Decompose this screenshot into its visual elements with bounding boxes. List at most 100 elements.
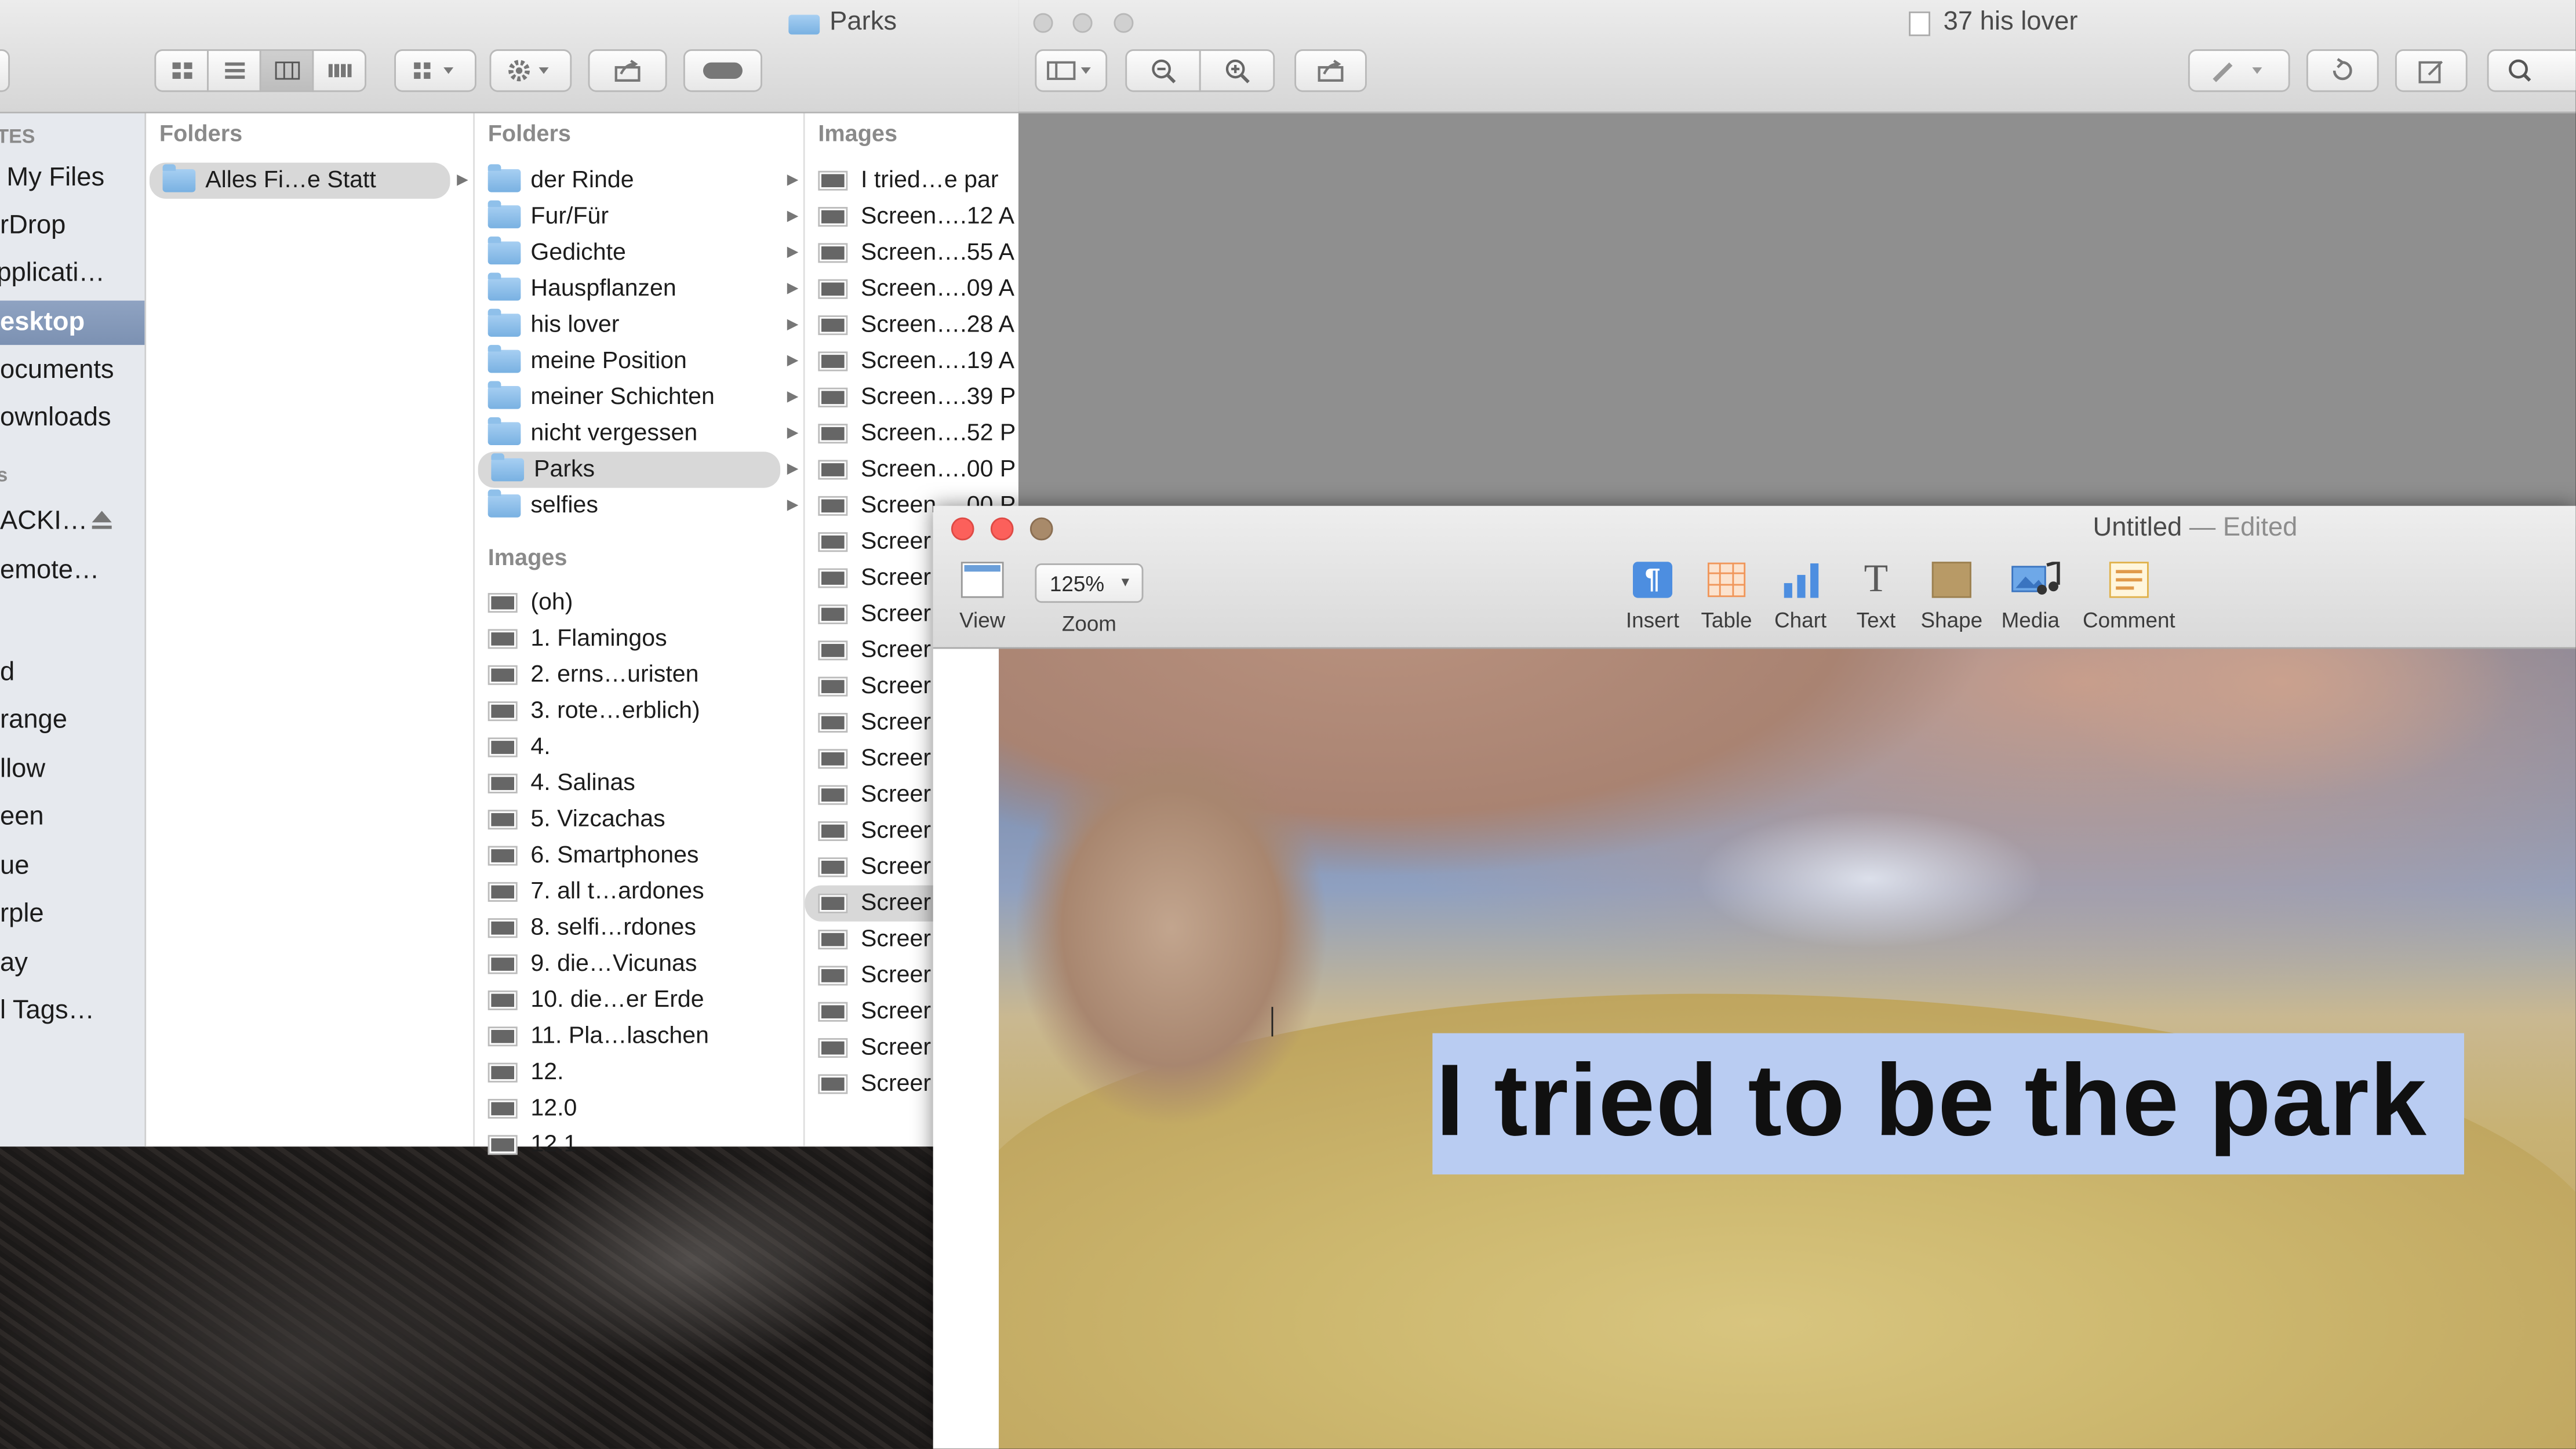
- list-item[interactable]: I tried…e par: [805, 163, 1018, 199]
- list-item[interactable]: nicht vergessen: [475, 416, 803, 452]
- list-item[interactable]: Screen….12 A: [805, 199, 1018, 235]
- sidebar-item-tag-purple[interactable]: rple: [0, 900, 44, 930]
- list-item[interactable]: 2. erns…uristen: [475, 657, 803, 693]
- arrange-button[interactable]: [394, 49, 476, 92]
- image-thumbnail-icon: [818, 532, 848, 552]
- image-thumbnail-icon: [487, 1098, 518, 1119]
- list-item[interactable]: 8. selfi…rdones: [475, 910, 803, 946]
- sidebar-item-documents[interactable]: ocuments: [0, 356, 114, 386]
- list-item[interactable]: Hauspflanzen: [475, 271, 803, 307]
- share-icon[interactable]: [588, 49, 667, 92]
- zoom-button[interactable]: [1029, 517, 1053, 541]
- list-item[interactable]: Screen….00 P: [805, 452, 1018, 487]
- sidebar-item-tag-green[interactable]: een: [0, 803, 44, 833]
- list-item[interactable]: his lover: [475, 307, 803, 343]
- list-item[interactable]: 7. all t…ardones: [475, 874, 803, 910]
- share-icon[interactable]: [1294, 49, 1367, 92]
- zoom-in-icon[interactable]: [1199, 49, 1275, 92]
- comment-button[interactable]: Comment: [2080, 562, 2178, 632]
- chevron-right-icon: ▶: [787, 170, 799, 188]
- media-button[interactable]: Media: [1981, 559, 2080, 632]
- gear-icon[interactable]: [489, 49, 572, 92]
- list-item[interactable]: Screen….19 A: [805, 343, 1018, 379]
- sidebar-item-airdrop[interactable]: rDrop: [0, 212, 66, 242]
- back-button[interactable]: [0, 49, 10, 92]
- sidebar-item-desktop[interactable]: esktop: [0, 300, 145, 345]
- image-thumbnail-icon: [818, 568, 848, 588]
- list-item[interactable]: Alles Fi…e Statt: [149, 162, 450, 199]
- markup-icon[interactable]: [2395, 49, 2468, 92]
- list-item[interactable]: Screen….55 A: [805, 235, 1018, 271]
- list-item[interactable]: meine Position: [475, 343, 803, 379]
- zoom-control[interactable]: [1125, 49, 1275, 92]
- sidebar-item-device[interactable]: ACKI…: [0, 508, 88, 537]
- list-item[interactable]: selfies: [475, 488, 803, 524]
- list-item[interactable]: Parks: [478, 452, 781, 488]
- list-item[interactable]: 12.0: [475, 1091, 803, 1127]
- list-item[interactable]: 4.: [475, 729, 803, 765]
- close-button-secondary[interactable]: [990, 517, 1014, 541]
- view-button[interactable]: View: [933, 562, 1032, 632]
- search-icon[interactable]: [2487, 49, 2576, 92]
- list-item[interactable]: meiner Schichten: [475, 380, 803, 416]
- image-thumbnail-icon: [487, 810, 518, 830]
- hand-image: [1015, 747, 1327, 1142]
- list-item[interactable]: Gedichte: [475, 235, 803, 271]
- list-item[interactable]: 1. Flamingos: [475, 621, 803, 657]
- annotate-icon[interactable]: [2188, 49, 2290, 92]
- list-item[interactable]: Screen….39 P: [805, 380, 1018, 416]
- sidebar-item-tag-orange[interactable]: range: [0, 707, 67, 736]
- column-header: Folders: [159, 119, 243, 147]
- sidebar-item-downloads[interactable]: ownloads: [0, 404, 111, 434]
- preview-window: 37 his lover: [1018, 0, 2576, 526]
- image-thumbnail-icon: [487, 882, 518, 902]
- list-item[interactable]: 4. Salinas: [475, 766, 803, 802]
- sidebar-item-tag-yellow[interactable]: llow: [0, 756, 45, 785]
- zoom-out-icon[interactable]: [1125, 49, 1201, 92]
- close-button[interactable]: [951, 517, 974, 541]
- sidebar-item-tag-red[interactable]: d: [0, 658, 14, 688]
- list-item[interactable]: Fur/Für: [475, 199, 803, 235]
- list-item[interactable]: 10. die…er Erde: [475, 982, 803, 1018]
- tag-toggle-icon[interactable]: [683, 49, 762, 92]
- list-item[interactable]: 9. die…Vicunas: [475, 946, 803, 982]
- folder-icon: [487, 417, 521, 446]
- folder-icon: [491, 453, 525, 482]
- sidebar-item-all-my-files[interactable]: l My Files: [0, 164, 104, 194]
- coverflow-view-icon[interactable]: [312, 49, 366, 92]
- eject-icon[interactable]: [90, 509, 114, 541]
- minimize-button[interactable]: [1072, 13, 1093, 33]
- desktop-wallpaper: [0, 1146, 1019, 1449]
- list-item[interactable]: 6. Smartphones: [475, 838, 803, 873]
- list-item[interactable]: Screen….28 A: [805, 307, 1018, 343]
- list-item[interactable]: der Rinde: [475, 163, 803, 199]
- view-mode-control[interactable]: [154, 49, 366, 92]
- rotate-icon[interactable]: [2306, 49, 2379, 92]
- list-view-icon[interactable]: [207, 49, 261, 92]
- list-item[interactable]: 12.: [475, 1054, 803, 1090]
- image-thumbnail-icon: [818, 966, 848, 986]
- close-button[interactable]: [1033, 13, 1053, 33]
- column-view-icon[interactable]: [259, 49, 314, 92]
- list-item[interactable]: (oh): [475, 585, 803, 621]
- list-item[interactable]: Screen….09 A: [805, 271, 1018, 307]
- zoom-select[interactable]: 125% ▼: [1035, 563, 1144, 603]
- sidebar-item-tag-gray[interactable]: ay: [0, 949, 28, 979]
- document-canvas[interactable]: I tried to be the park: [999, 649, 2576, 1449]
- chevron-right-icon: ▶: [787, 387, 799, 405]
- sidebar-item-all-tags[interactable]: l Tags…: [0, 997, 94, 1026]
- icon-view-icon[interactable]: [154, 49, 209, 92]
- document-text[interactable]: I tried to be the park: [1436, 1043, 2427, 1160]
- list-item[interactable]: 11. Pla…laschen: [475, 1018, 803, 1054]
- image-thumbnail-icon: [818, 640, 848, 661]
- sidebar-section-favorites: TES: [0, 125, 35, 148]
- sidebar-item-applications[interactable]: pplicati…: [0, 260, 105, 289]
- list-item[interactable]: 5. Vizcachas: [475, 802, 803, 838]
- list-item[interactable]: Screen….52 P: [805, 416, 1018, 452]
- sidebar-item-tag-blue[interactable]: ue: [0, 853, 29, 882]
- sidebar-item-remote-disc[interactable]: emote…: [0, 557, 99, 587]
- sidebar-toggle-icon[interactable]: [1035, 49, 1108, 92]
- list-item[interactable]: 12.1: [475, 1127, 803, 1163]
- list-item[interactable]: 3. rote…erblich): [475, 693, 803, 729]
- zoom-button[interactable]: [1114, 13, 1134, 33]
